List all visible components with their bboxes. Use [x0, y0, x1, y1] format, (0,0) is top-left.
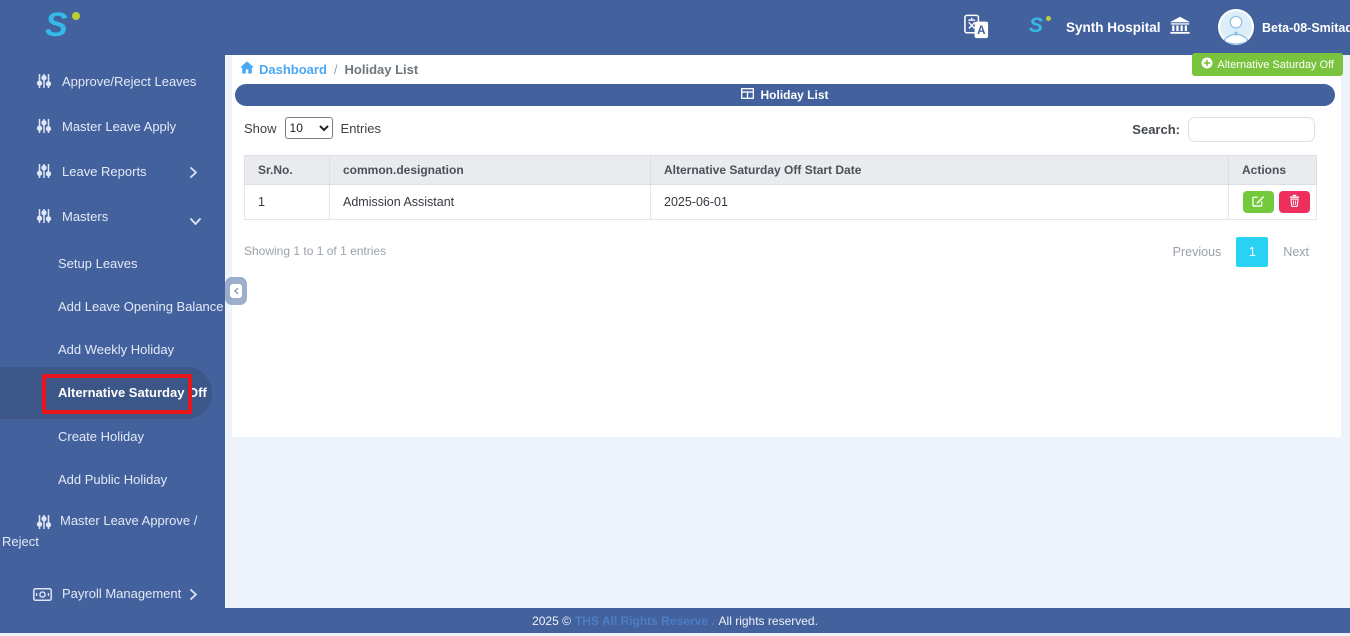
search-control: Search: [1132, 117, 1315, 142]
user-avatar[interactable] [1218, 9, 1254, 45]
chevron-left-icon [230, 284, 242, 298]
svg-text:A: A [977, 25, 986, 37]
sidebar-item-label: Master Leave Apply [62, 119, 177, 134]
mini-brand-dot [1046, 16, 1051, 21]
breadcrumb-separator: / [333, 61, 338, 77]
sliders-icon [36, 514, 52, 533]
chevron-right-icon [190, 166, 198, 181]
cell-sr-no: 1 [244, 184, 330, 220]
column-header-sr-no[interactable]: Sr.No. [244, 155, 330, 185]
breadcrumb-dashboard-link[interactable]: Dashboard [240, 61, 327, 77]
edit-button[interactable] [1242, 191, 1274, 213]
breadcrumb-home-label: Dashboard [259, 61, 327, 77]
sidebar-item-label: Add Weekly Holiday [58, 342, 175, 357]
mini-brand-logo-icon: S [1029, 13, 1051, 38]
sidebar-item-masters[interactable]: Masters [0, 205, 225, 229]
sidebar-item-label: Alternative Saturday Off [58, 385, 207, 400]
search-input[interactable] [1188, 117, 1315, 142]
sidebar-item-add-leave-opening-balance[interactable]: Add Leave Opening Balance [0, 295, 225, 319]
sidebar-item-label: Masters [62, 209, 109, 224]
entries-summary: Showing 1 to 1 of 1 entries [244, 244, 387, 258]
footer: 2025 © THS All Rights Reserve . All righ… [0, 608, 1350, 633]
hospital-name: Synth Hospital [1066, 20, 1161, 35]
sidebar-item-alternative-saturday-off[interactable]: Alternative Saturday Off [0, 381, 225, 405]
add-button-label: Alternative Saturday Off [1217, 58, 1334, 71]
sliders-icon [36, 73, 52, 92]
sidebar-item-label: Setup Leaves [58, 256, 138, 271]
chevron-down-icon [190, 213, 201, 228]
sidebar-item-create-holiday[interactable]: Create Holiday [0, 425, 225, 449]
user-name[interactable]: Beta-08-Smitad- [1262, 21, 1350, 35]
panel-title: Holiday List [760, 88, 829, 102]
entries-label: Entries [340, 120, 381, 136]
edit-icon [1251, 194, 1265, 210]
table-row: 1 Admission Assistant 2025-06-01 [244, 184, 1317, 220]
sidebar-item-leave-reports[interactable]: Leave Reports [0, 160, 225, 184]
delete-button[interactable] [1278, 191, 1310, 213]
column-header-designation[interactable]: common.designation [329, 155, 651, 185]
page-size-control: Show 10 Entries [244, 117, 381, 139]
brand-logo-dot [72, 12, 80, 20]
chevron-right-icon [190, 588, 198, 603]
trash-icon [1289, 194, 1300, 210]
sidebar-item-add-weekly-holiday[interactable]: Add Weekly Holiday [0, 338, 225, 362]
footer-ths-link[interactable]: THS All Rights Reserve . [575, 614, 715, 628]
sidebar-item-master-leave-approve-reject[interactable]: Master Leave Approve / Reject [0, 510, 225, 556]
sidebar-nav: Approve/Reject Leaves Master Leave Apply… [0, 55, 225, 608]
sidebar-item-setup-leaves[interactable]: Setup Leaves [0, 252, 225, 276]
pagination-page-1[interactable]: 1 [1236, 237, 1269, 267]
sidebar-item-label: Add Public Holiday [58, 472, 168, 487]
money-icon [33, 588, 52, 604]
column-header-actions: Actions [1228, 155, 1317, 185]
holiday-list-panel: Dashboard / Holiday List Holiday List Sh… [232, 55, 1341, 437]
sidebar-item-label: Create Holiday [58, 429, 144, 444]
breadcrumb: Dashboard / Holiday List [240, 60, 418, 78]
sidebar-item-label: Add Leave Opening Balance [58, 299, 224, 314]
pagination-previous[interactable]: Previous [1173, 245, 1222, 259]
translate-icon[interactable]: A [963, 13, 990, 45]
show-label: Show [244, 120, 277, 136]
plus-circle-icon [1201, 57, 1213, 72]
app-root: S A S Synth Hospital Beta-08-Smitad- App… [0, 0, 1350, 636]
sliders-icon [36, 118, 52, 137]
top-bar: S A S Synth Hospital Beta-08-Smitad- [0, 0, 1350, 55]
mini-brand-letter: S [1029, 14, 1044, 37]
brand-logo[interactable]: S [45, 5, 80, 45]
sliders-icon [36, 163, 52, 182]
sidebar-item-label: Approve/Reject Leaves [62, 74, 197, 89]
table-header-row: Sr.No. common.designation Alternative Sa… [244, 155, 1317, 185]
pagination: Previous 1 Next [1173, 237, 1309, 267]
brand-logo-letter: S [45, 6, 68, 44]
footer-year: 2025 © [532, 613, 571, 628]
column-header-start-date[interactable]: Alternative Saturday Off Start Date [650, 155, 1229, 185]
sidebar-item-label: Payroll Management [62, 586, 182, 601]
sidebar-item-payroll-management[interactable]: Payroll Management [0, 582, 225, 606]
sidebar-item-add-public-holiday[interactable]: Add Public Holiday [0, 468, 225, 492]
holiday-table: Sr.No. common.designation Alternative Sa… [244, 155, 1317, 220]
home-icon [240, 61, 254, 77]
cell-start-date: 2025-06-01 [650, 184, 1229, 220]
table-icon [741, 88, 755, 102]
cell-actions [1228, 184, 1317, 220]
sliders-icon [36, 208, 52, 227]
institution-icon[interactable] [1169, 16, 1191, 40]
cell-designation: Admission Assistant [329, 184, 651, 220]
search-label: Search: [1132, 122, 1180, 137]
pagination-next[interactable]: Next [1283, 245, 1309, 259]
sidebar-item-label: Master Leave Approve / Reject [2, 513, 198, 549]
sidebar-collapse-toggle[interactable] [225, 277, 247, 305]
panel-titlebar: Holiday List [235, 84, 1335, 106]
sidebar-item-master-leave-apply[interactable]: Master Leave Apply [0, 115, 225, 139]
breadcrumb-current: Holiday List [344, 61, 419, 77]
sidebar-item-label: Leave Reports [62, 164, 147, 179]
sidebar-item-approve-reject-leaves[interactable]: Approve/Reject Leaves [0, 70, 225, 94]
footer-rights: All rights reserved. [718, 613, 818, 628]
page-size-select[interactable]: 10 [284, 117, 333, 139]
add-alternative-saturday-off-button[interactable]: Alternative Saturday Off [1192, 53, 1343, 76]
